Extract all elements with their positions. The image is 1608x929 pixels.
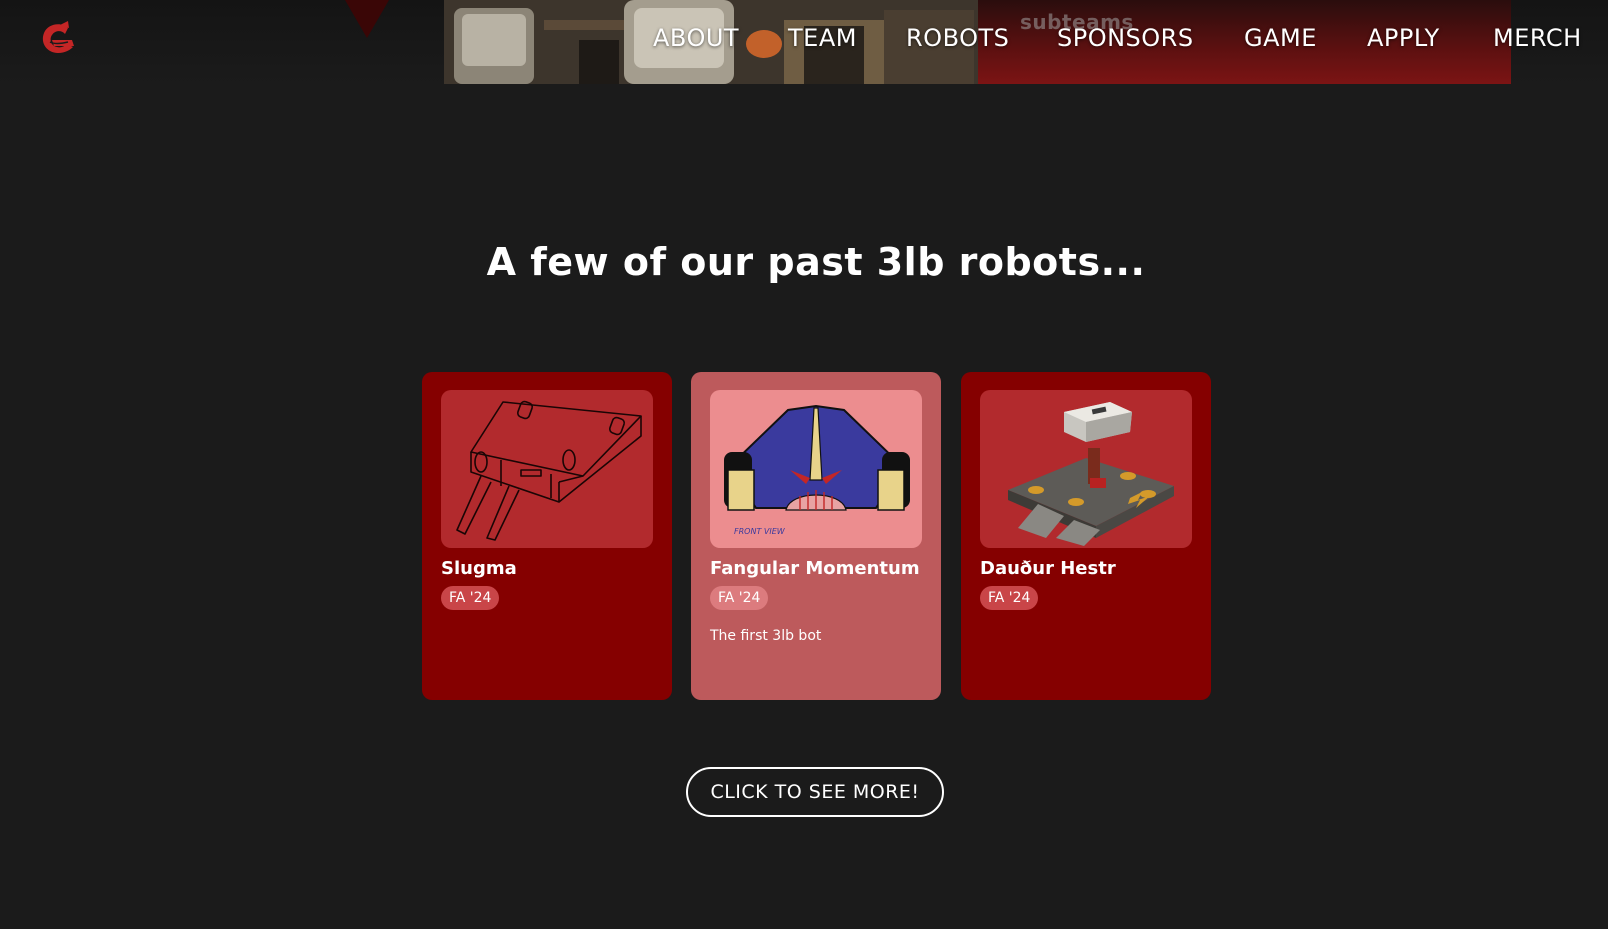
hammer-robot-render-icon — [1008, 402, 1174, 546]
page: subteams ABOUT TEAM ROBOTS SPONSORS GAME… — [0, 0, 1608, 929]
robot-sketch-icon — [456, 400, 642, 541]
robot-image-slugma — [441, 390, 653, 548]
robot-term-badge: FA '24 — [710, 586, 769, 610]
nav-item-game[interactable]: GAME — [1244, 24, 1317, 52]
robot-card-fangular-momentum[interactable]: FRONT VIEW Fangular Momentum FA '24 The … — [691, 372, 941, 700]
see-more-button[interactable]: CLICK TO SEE MORE! — [686, 767, 944, 817]
site-header: subteams ABOUT TEAM ROBOTS SPONSORS GAME… — [0, 0, 1608, 84]
robot-name: Fangular Momentum — [710, 558, 920, 579]
robot-image-daudur-hestr — [980, 390, 1192, 548]
robot-term-badge: FA '24 — [980, 586, 1039, 610]
robot-term-badge: FA '24 — [441, 586, 500, 610]
nav-item-about[interactable]: ABOUT — [653, 24, 739, 52]
section-title: A few of our past 3lb robots... — [486, 240, 1146, 284]
nav-item-apply[interactable]: APPLY — [1367, 24, 1440, 52]
nav-item-sponsors[interactable]: SPONSORS — [1057, 24, 1194, 52]
nav-item-team[interactable]: TEAM — [788, 24, 857, 52]
nav-item-merch[interactable]: MERCH — [1493, 24, 1582, 52]
robot-card-daudur-hestr[interactable]: Dauður Hestr FA '24 — [961, 372, 1211, 700]
robot-description: The first 3lb bot — [710, 628, 822, 644]
robot-card-slugma[interactable]: Slugma FA '24 — [422, 372, 672, 700]
robot-image-fangular-momentum: FRONT VIEW — [710, 390, 922, 548]
robot-front-view-drawing-icon: FRONT VIEW — [724, 404, 910, 536]
main-nav: ABOUT TEAM ROBOTS SPONSORS GAME APPLY ME… — [0, 24, 1608, 60]
robot-name: Dauður Hestr — [980, 558, 1116, 579]
front-view-caption: FRONT VIEW — [734, 527, 786, 536]
nav-item-robots[interactable]: ROBOTS — [906, 24, 1009, 52]
robot-name: Slugma — [441, 558, 517, 579]
